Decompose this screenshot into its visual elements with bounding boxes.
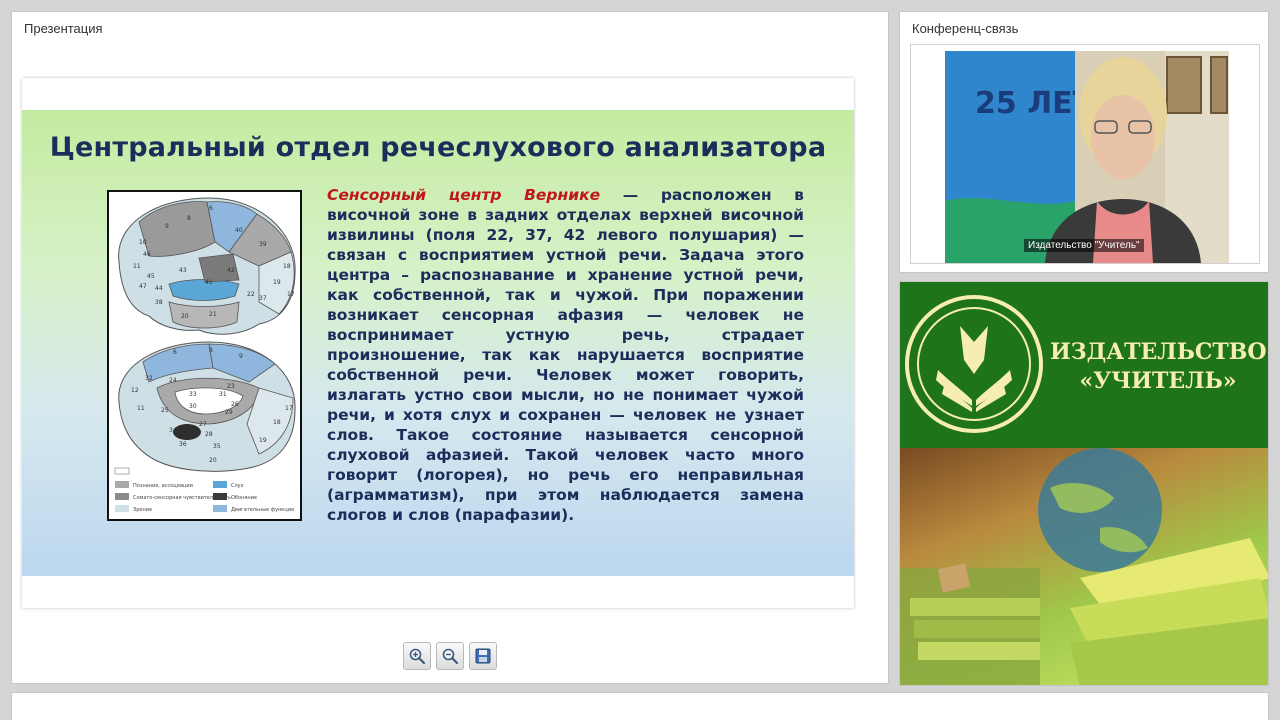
field-number-top-18: 38	[155, 299, 163, 306]
webcam-scene: 25 ЛЕТ	[945, 51, 1229, 263]
field-number-top-14: 37	[259, 295, 267, 302]
field-number-top-17: 17	[287, 291, 295, 298]
legend-label-3: Обоняние	[231, 495, 257, 501]
brain-diagram: Познание, ассоциации Слух Сомато-сенсорн…	[107, 190, 302, 521]
zoom-in-button[interactable]	[403, 642, 431, 670]
field-number-bottom-11: 27	[199, 421, 207, 428]
field-number-bottom-22: 17	[285, 405, 293, 412]
publisher-books-image	[900, 448, 1268, 685]
field-number-top-0: 6	[209, 205, 213, 212]
publisher-name-line1: ИЗДАТЕЛЬСТВО	[1050, 339, 1267, 365]
field-number-bottom-17: 11	[137, 405, 145, 412]
field-number-top-8: 43	[179, 267, 187, 274]
slide-viewer[interactable]: Центральный отдел речеслухового анализат…	[22, 78, 854, 608]
save-icon	[475, 648, 491, 664]
field-number-top-12: 21	[209, 311, 217, 318]
field-number-top-4: 11	[133, 263, 141, 270]
conference-panel: Конференц-связь 25 ЛЕТ Издательство "Учи…	[899, 11, 1269, 273]
field-number-bottom-0: 6	[173, 349, 177, 356]
field-number-bottom-15: 34	[169, 427, 177, 434]
legend-label-1: Слух	[231, 483, 244, 489]
field-number-bottom-20: 19	[259, 437, 267, 444]
field-number-bottom-14: 36	[179, 441, 187, 448]
field-number-bottom-19: 20	[209, 457, 217, 464]
publisher-name: ИЗДАТЕЛЬСТВО «УЧИТЕЛЬ»	[1050, 338, 1267, 396]
field-number-bottom-12: 28	[205, 431, 213, 438]
field-number-bottom-21: 18	[273, 419, 281, 426]
webcam-video: 25 ЛЕТ Издательство "Учитель"	[945, 51, 1229, 263]
field-number-bottom-13: 35	[213, 443, 221, 450]
slide-body-text: Сенсорный центр Вернике — расположен в в…	[327, 185, 804, 525]
field-number-top-7: 44	[155, 285, 163, 292]
publisher-banner: ИЗДАТЕЛЬСТВО «УЧИТЕЛЬ»	[899, 281, 1269, 686]
books-globe-illustration	[900, 448, 1268, 685]
zoom-in-icon	[409, 648, 426, 665]
field-number-bottom-18: 12	[131, 387, 139, 394]
field-number-top-10: 42	[227, 267, 235, 274]
legend-label-0: Познание, ассоциации	[133, 483, 193, 489]
field-number-bottom-8: 26	[231, 401, 239, 408]
presentation-panel-title: Презентация	[24, 21, 103, 36]
conference-panel-title: Конференц-связь	[912, 21, 1019, 36]
field-number-top-13: 20	[181, 313, 189, 320]
zoom-out-button[interactable]	[436, 642, 464, 670]
publisher-logo-icon	[905, 295, 1043, 433]
field-number-top-16: 18	[283, 263, 291, 270]
brain-diagram-svg: Познание, ассоциации Слух Сомато-сенсорн…	[114, 197, 296, 513]
legend-label-2: Сомато-сенсорная чувствительность	[133, 495, 231, 501]
field-number-top-2: 9	[165, 223, 169, 230]
field-number-top-20: 39	[259, 241, 267, 248]
field-number-top-1: 8	[187, 215, 191, 222]
presentation-toolbar	[403, 642, 497, 670]
slide-heading: Центральный отдел речеслухового анализат…	[49, 132, 827, 163]
field-number-bottom-4: 32	[145, 375, 153, 382]
field-number-top-6: 45	[147, 273, 155, 280]
field-number-bottom-16: 25	[161, 407, 169, 414]
field-number-bottom-1: 8	[209, 347, 213, 354]
publisher-banner-top: ИЗДАТЕЛЬСТВО «УЧИТЕЛЬ»	[900, 282, 1268, 448]
field-number-top-5: 46	[143, 251, 151, 258]
field-number-bottom-5: 33	[189, 391, 197, 398]
save-button[interactable]	[469, 642, 497, 670]
legend-label-5: Двигательные функции	[231, 507, 294, 513]
video-participant-label: Издательство "Учитель"	[1024, 239, 1144, 252]
publisher-name-line2: «УЧИТЕЛЬ»	[1079, 368, 1237, 394]
field-number-bottom-10: 30	[189, 403, 197, 410]
field-number-top-9: 41	[205, 279, 213, 286]
slide-highlight: Сенсорный центр Вернике	[327, 186, 601, 204]
field-number-top-21: 40	[235, 227, 243, 234]
presentation-panel: Презентация Центральный отдел речеслухов…	[11, 11, 889, 684]
field-number-bottom-6: 31	[219, 391, 227, 398]
field-number-bottom-2: 9	[239, 353, 243, 360]
field-number-bottom-7: 23	[227, 383, 235, 390]
video-area[interactable]: 25 ЛЕТ Издательство "Учитель"	[910, 44, 1260, 264]
field-number-top-19: 47	[139, 283, 147, 290]
slide-body: — расположен в височной зоне в задних от…	[327, 186, 804, 524]
field-number-top-11: 22	[247, 291, 255, 298]
slide: Центральный отдел речеслухового анализат…	[22, 110, 854, 576]
zoom-out-icon	[442, 648, 459, 665]
legend-label-4: Зрение	[133, 507, 152, 513]
field-number-top-3: 10	[139, 239, 147, 246]
field-number-bottom-3: 24	[169, 377, 177, 384]
bottom-panel	[11, 692, 1269, 720]
field-number-bottom-9: 29	[225, 409, 233, 416]
field-number-top-15: 19	[273, 279, 281, 286]
